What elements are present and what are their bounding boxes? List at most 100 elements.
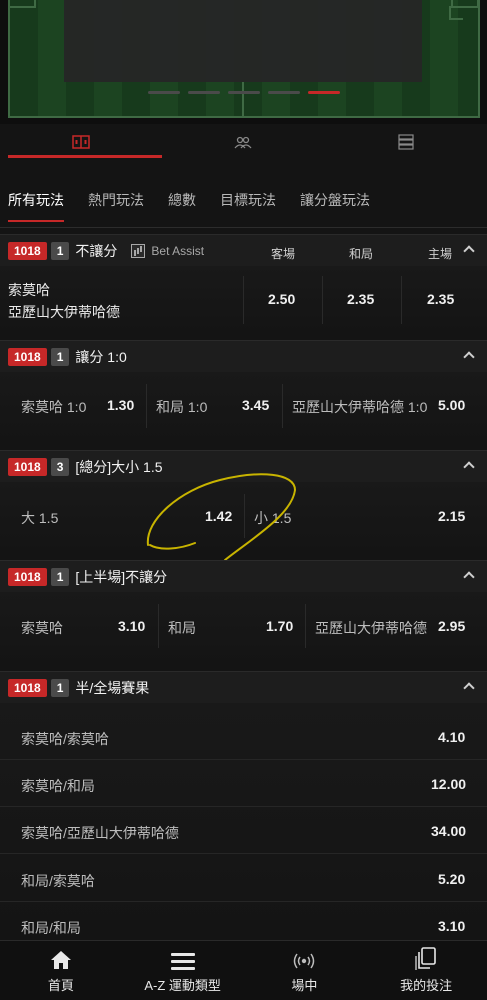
selection-label: 亞歷山大伊蒂哈德: [315, 620, 427, 636]
selection-label: 索莫哈 1:0: [21, 399, 87, 415]
list-icon: [398, 134, 414, 150]
odd-button[interactable]: 2.35: [347, 291, 374, 307]
odd-button[interactable]: 34.00: [431, 823, 466, 839]
row-divider: [0, 853, 487, 854]
chevron-up-icon[interactable]: [463, 351, 475, 363]
team-away: 索莫哈: [8, 282, 50, 298]
selection-label: 索莫哈/亞歷山大伊蒂哈德: [21, 825, 179, 841]
view-tabs: [0, 124, 487, 160]
col-header-draw: 和局: [348, 247, 373, 261]
pitch-centerline: [242, 82, 244, 118]
odd-button[interactable]: 4.10: [438, 729, 465, 745]
carousel-dot[interactable]: [228, 91, 260, 94]
tab-players[interactable]: [162, 124, 324, 160]
tab-popular[interactable]: 熱門玩法: [88, 190, 144, 222]
cell-divider: [401, 276, 402, 324]
market-header-handicap[interactable]: 1018 1 讓分 1:0: [0, 340, 487, 372]
bet-assist-label: Bet Assist: [151, 243, 205, 258]
selection-label: 和局/和局: [21, 920, 81, 936]
cell-divider: [305, 604, 306, 648]
carousel-dot[interactable]: [188, 91, 220, 94]
col-header-home: 主場: [427, 247, 452, 261]
carousel-dot[interactable]: [148, 91, 180, 94]
pitch-overlay: [64, 0, 422, 82]
odd-button[interactable]: 5.00: [438, 397, 465, 413]
market-count-badge: 1: [50, 567, 70, 586]
nav-sports-az[interactable]: A-Z 運動類型: [122, 941, 244, 1000]
market-id-badge: 1018: [8, 241, 47, 260]
cell-divider: [282, 384, 283, 428]
selection-label: 和局: [168, 620, 196, 636]
players-icon: [234, 136, 252, 149]
menu-icon: [170, 953, 195, 970]
nav-home-label: 首頁: [47, 978, 74, 993]
team-home: 亞歷山大伊蒂哈德: [8, 304, 120, 320]
row-divider: [0, 806, 487, 807]
market-count-badge: 1: [50, 678, 70, 697]
odd-button[interactable]: 5.20: [438, 871, 465, 887]
tab-scoreboard[interactable]: [0, 124, 163, 160]
col-header-away: 客場: [270, 247, 295, 261]
selection-label: 索莫哈: [21, 620, 63, 636]
selection-label: 大 1.5: [21, 510, 59, 526]
market-id-badge: 1018: [8, 678, 47, 697]
pitch-box-left: [8, 0, 36, 8]
pitch-visualization: [0, 0, 487, 124]
odd-button[interactable]: 3.45: [242, 397, 269, 413]
odd-button[interactable]: 2.95: [438, 618, 465, 634]
odd-button[interactable]: 3.10: [118, 618, 145, 634]
selection-label: 和局/索莫哈: [21, 873, 95, 889]
odd-button[interactable]: 3.10: [438, 918, 465, 934]
bet-assist-button[interactable]: Bet Assist: [131, 243, 205, 258]
nav-live[interactable]: 場中: [244, 941, 366, 1000]
market-header-moneyline[interactable]: 1018 1 不讓分 Bet Assist 客場 和局 主場: [0, 234, 487, 266]
tab-list[interactable]: [325, 124, 487, 160]
carousel-dot-active[interactable]: [308, 91, 340, 94]
chart-icon: [131, 243, 146, 258]
chevron-up-icon[interactable]: [463, 461, 475, 473]
scoreboard-icon: [72, 135, 90, 149]
carousel-dots[interactable]: [148, 91, 340, 94]
live-broadcast-icon: [294, 953, 315, 969]
row-divider: [0, 901, 487, 902]
tab-handicap[interactable]: 讓分盤玩法: [300, 190, 370, 222]
market-id-badge: 1018: [8, 457, 47, 476]
nav-sports-az-label: A-Z 運動類型: [144, 978, 221, 993]
market-count-badge: 1: [50, 241, 70, 260]
odd-button[interactable]: 1.30: [107, 397, 134, 413]
pitch-corner: [449, 6, 463, 20]
selection-label: 索莫哈/索莫哈: [21, 731, 109, 747]
selection-label: 亞歷山大伊蒂哈德 1:0: [292, 399, 428, 415]
cell-divider: [158, 604, 159, 648]
nav-home[interactable]: 首頁: [0, 941, 122, 1000]
odd-button[interactable]: 2.50: [268, 291, 295, 307]
bottom-nav: 首頁 A-Z 運動類型 場中 我的投注: [0, 940, 487, 1000]
market-header-ht-ft[interactable]: 1018 1 半/全場賽果: [0, 671, 487, 703]
market-header-first-half[interactable]: 1018 1 [上半場]不讓分: [0, 560, 487, 592]
nav-my-bets[interactable]: 我的投注: [365, 941, 487, 1000]
market-count-badge: 3: [50, 457, 70, 476]
market-title: 不讓分: [75, 242, 118, 259]
cell-divider: [322, 276, 323, 324]
selection-label: 和局 1:0: [156, 399, 208, 415]
home-icon: [50, 951, 71, 969]
carousel-dot[interactable]: [268, 91, 300, 94]
handwritten-annotation: [146, 473, 297, 561]
chevron-up-icon[interactable]: [463, 571, 475, 583]
market-title: 讓分 1:0: [75, 348, 127, 365]
odd-button[interactable]: 1.70: [266, 618, 293, 634]
tab-goals[interactable]: 目標玩法: [220, 190, 276, 222]
row-divider: [0, 759, 487, 760]
market-title: 半/全場賽果: [75, 679, 150, 696]
category-tabs: 所有玩法 熱門玩法 總數 目標玩法 讓分盤玩法: [8, 190, 394, 222]
cell-divider: [243, 276, 244, 324]
market-id-badge: 1018: [8, 347, 47, 366]
tab-all[interactable]: 所有玩法: [8, 190, 64, 222]
market-count-badge: 1: [50, 347, 70, 366]
odd-button[interactable]: 2.15: [438, 508, 465, 524]
chevron-up-icon[interactable]: [463, 682, 475, 694]
tab-totals[interactable]: 總數: [168, 190, 196, 222]
odd-button[interactable]: 2.35: [427, 291, 454, 307]
odd-button[interactable]: 12.00: [431, 776, 466, 792]
nav-my-bets-label: 我的投注: [400, 978, 453, 993]
